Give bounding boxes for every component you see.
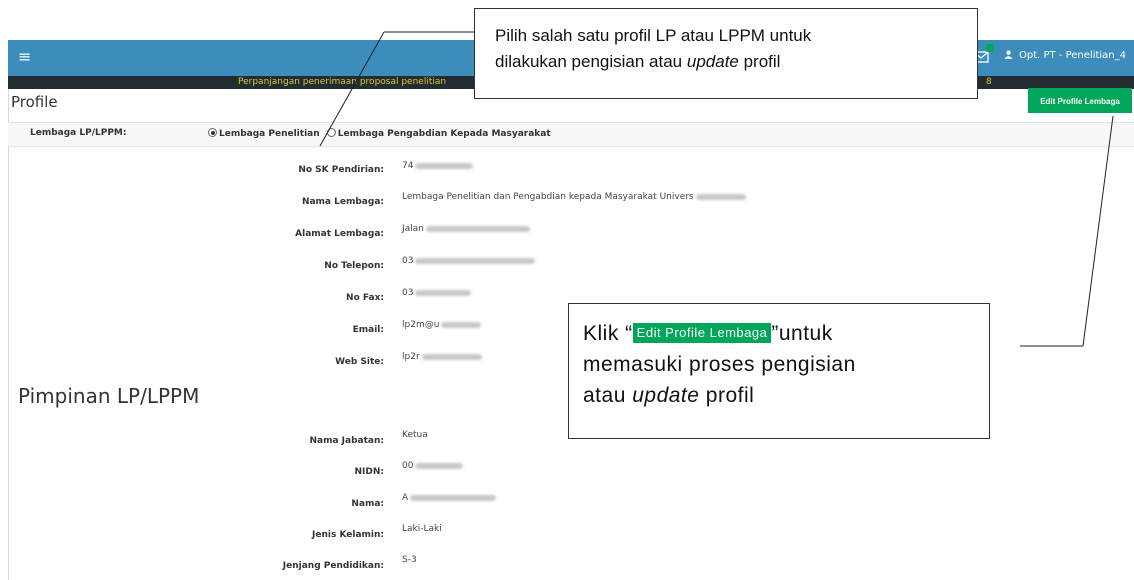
callout-edit-profile: Klik “Edit Profile Lembaga ”untuk memasuk… xyxy=(568,303,990,439)
callout-select-profile: Pilih salah satu profil LP atau LPPM unt… xyxy=(474,8,978,99)
callout-top-line1: Pilih salah satu profil LP atau LPPM unt… xyxy=(495,26,812,45)
callout-bottom-line1: Klik “Edit Profile Lembaga ”untuk xyxy=(583,322,833,345)
callout-button-chip: Edit Profile Lembaga xyxy=(632,323,772,343)
callout-top-line2: dilakukan pengisian atau update profil xyxy=(495,52,781,71)
callout-bottom-line2: memasuki proses pengisian xyxy=(583,353,856,376)
callout-bottom-line3: atau update profil xyxy=(583,384,755,407)
